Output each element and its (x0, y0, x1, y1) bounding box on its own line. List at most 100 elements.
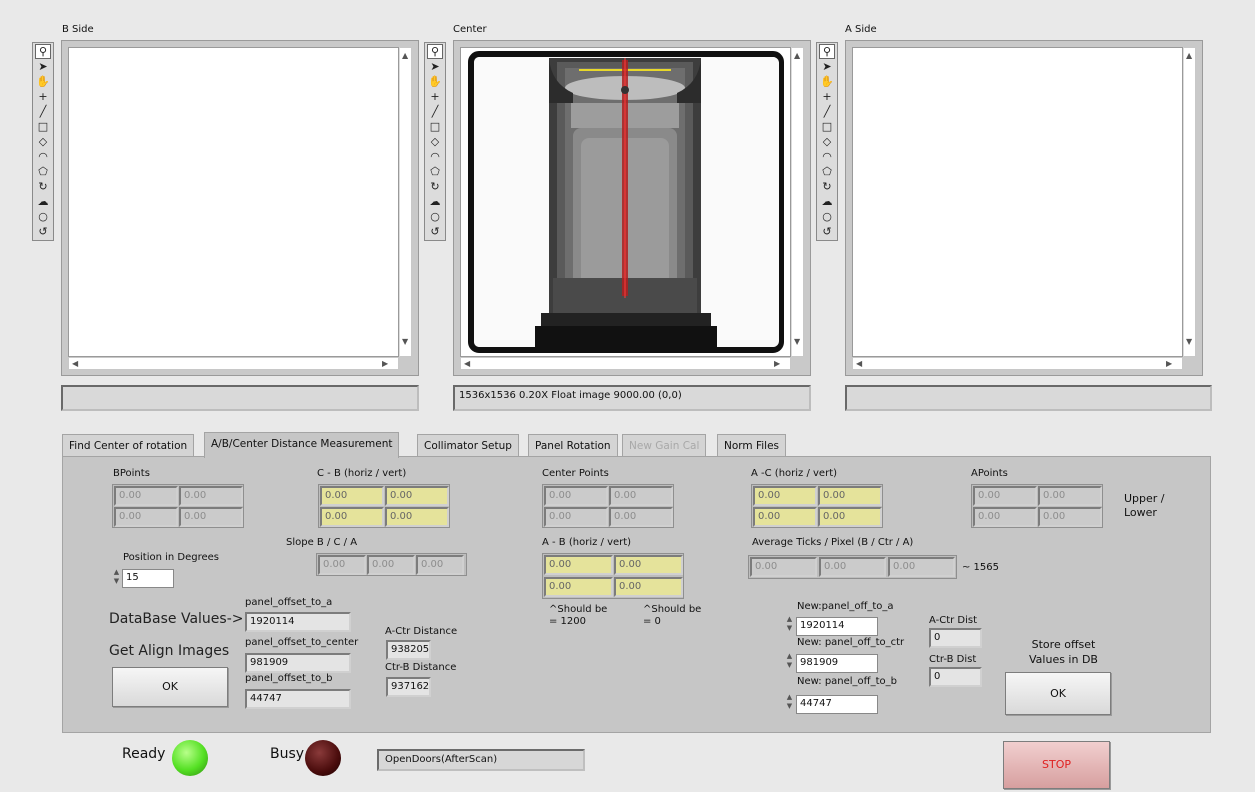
b-side-image-display[interactable]: ▲ ▼ ◀ ▶ (61, 40, 419, 376)
tab-norm-files[interactable]: Norm Files (717, 434, 787, 457)
tab-find-center[interactable]: Find Center of rotation (62, 434, 195, 457)
rotated-rect-icon[interactable]: ◇ (35, 134, 51, 149)
freehand-region-icon[interactable]: ☁ (427, 194, 443, 209)
position-degrees-input[interactable]: 15 (122, 569, 174, 588)
a-side-horizontal-scrollbar[interactable]: ◀ ▶ (852, 357, 1183, 370)
center-horizontal-scrollbar[interactable]: ◀ ▶ (460, 357, 791, 370)
new-offset-a-input[interactable]: 1920114 (796, 617, 878, 636)
center-upper-y: 0.00 (609, 486, 673, 506)
b-side-info-bar (61, 385, 419, 411)
scroll-left-icon[interactable]: ◀ (72, 360, 78, 368)
tab-distance-measurement[interactable]: A/B/Center Distance Measurement (204, 432, 400, 458)
position-spinner-icon[interactable]: ▲ ▼ (112, 568, 121, 588)
position-label: Position in Degrees (123, 552, 220, 563)
b-side-title: B Side (62, 24, 94, 35)
b-side-vertical-scrollbar[interactable]: ▲ ▼ (399, 47, 412, 357)
broken-annulus-icon[interactable]: ↺ (35, 224, 51, 239)
center-upper-x: 0.00 (544, 486, 608, 506)
scroll-up-icon[interactable]: ▲ (1186, 52, 1192, 60)
store-offset-ok-button[interactable]: OK (1005, 672, 1111, 715)
rotated-rect-icon[interactable]: ◇ (427, 134, 443, 149)
ac-array: 0.00 0.00 0.00 0.00 (751, 484, 883, 528)
cb-label: C - B (horiz / vert) (317, 468, 407, 479)
annulus-icon[interactable]: ◠ (35, 149, 51, 164)
tab-collimator-setup[interactable]: Collimator Setup (417, 434, 519, 457)
rectangle-icon[interactable]: □ (427, 119, 443, 134)
oval-icon[interactable]: ○ (819, 209, 835, 224)
tab-panel-rotation[interactable]: Panel Rotation (528, 434, 618, 457)
oval-icon[interactable]: ○ (427, 209, 443, 224)
pointer-icon[interactable]: ➤ (35, 59, 51, 74)
get-align-images-ok-button[interactable]: OK (112, 667, 228, 707)
pointer-icon[interactable]: ➤ (819, 59, 835, 74)
scroll-down-icon[interactable]: ▼ (794, 338, 800, 346)
a-side-image-display[interactable]: ▲ ▼ ◀ ▶ (845, 40, 1203, 376)
rectangle-icon[interactable]: □ (35, 119, 51, 134)
actr-dist-label: A-Ctr Dist (929, 615, 978, 626)
offset-center-label: panel_offset_to_center (245, 637, 359, 648)
a-side-image-view[interactable] (852, 47, 1183, 357)
polygon-icon[interactable]: ⬠ (427, 164, 443, 179)
center-toolbar: ⚲ ➤ ✋ + ╱ □ ◇ ◠ ⬠ ↻ ☁ ○ ↺ (424, 42, 446, 241)
tab-new-gain-cal[interactable]: New Gain Cal (622, 434, 707, 457)
crosshair-icon[interactable]: + (427, 89, 443, 104)
scroll-right-icon[interactable]: ▶ (1166, 360, 1172, 368)
center-image-display[interactable]: ▲ ▼ ◀ ▶ (453, 40, 811, 376)
slope-b: 0.00 (318, 555, 366, 575)
scroll-right-icon[interactable]: ▶ (774, 360, 780, 368)
scroll-up-icon[interactable]: ▲ (402, 52, 408, 60)
center-vertical-scrollbar[interactable]: ▲ ▼ (791, 47, 804, 357)
annulus-icon[interactable]: ◠ (819, 149, 835, 164)
actr-distance-label: A-Ctr Distance (385, 626, 458, 637)
rectangle-icon[interactable]: □ (819, 119, 835, 134)
line-icon[interactable]: ╱ (427, 104, 443, 119)
cb-upper-v: 0.00 (385, 486, 449, 506)
oval-icon[interactable]: ○ (35, 209, 51, 224)
polygon-icon[interactable]: ⬠ (819, 164, 835, 179)
scroll-left-icon[interactable]: ◀ (856, 360, 862, 368)
slope-label: Slope B / C / A (286, 537, 358, 548)
line-icon[interactable]: ╱ (819, 104, 835, 119)
polygon-icon[interactable]: ⬠ (35, 164, 51, 179)
annulus-icon[interactable]: ◠ (427, 149, 443, 164)
scroll-right-icon[interactable]: ▶ (382, 360, 388, 368)
a-side-vertical-scrollbar[interactable]: ▲ ▼ (1183, 47, 1196, 357)
broken-annulus-icon[interactable]: ↺ (427, 224, 443, 239)
center-image-view[interactable] (460, 47, 791, 357)
scroll-up-icon[interactable]: ▲ (794, 52, 800, 60)
crosshair-icon[interactable]: + (819, 89, 835, 104)
freehand-region-icon[interactable]: ☁ (819, 194, 835, 209)
zoom-icon[interactable]: ⚲ (819, 44, 835, 59)
scroll-down-icon[interactable]: ▼ (1186, 338, 1192, 346)
line-icon[interactable]: ╱ (35, 104, 51, 119)
scroll-left-icon[interactable]: ◀ (464, 360, 470, 368)
actr-dist-value: 0 (929, 628, 982, 648)
pointer-icon[interactable]: ➤ (427, 59, 443, 74)
freehand-region-icon[interactable]: ☁ (35, 194, 51, 209)
zoom-icon[interactable]: ⚲ (35, 44, 51, 59)
rotated-rect-icon[interactable]: ◇ (819, 134, 835, 149)
apoints-lower-x: 0.00 (973, 507, 1037, 527)
new-offset-ctr-input[interactable]: 981909 (796, 654, 878, 673)
freehand-icon[interactable]: ↻ (427, 179, 443, 194)
freehand-icon[interactable]: ↻ (35, 179, 51, 194)
pan-icon[interactable]: ✋ (819, 74, 835, 89)
b-side-image-view[interactable] (68, 47, 399, 357)
new-offset-b-input[interactable]: 44747 (796, 695, 878, 714)
b-side-horizontal-scrollbar[interactable]: ◀ ▶ (68, 357, 399, 370)
center-lower-x: 0.00 (544, 507, 608, 527)
bpoints-lower-y: 0.00 (179, 507, 243, 527)
new-offset-ctr-spinner-icon[interactable]: ▲ ▼ (785, 652, 794, 672)
freehand-icon[interactable]: ↻ (819, 179, 835, 194)
ac-lower-h: 0.00 (753, 507, 817, 527)
new-offset-b-spinner-icon[interactable]: ▲ ▼ (785, 693, 794, 713)
scroll-down-icon[interactable]: ▼ (402, 338, 408, 346)
new-offset-a-spinner-icon[interactable]: ▲ ▼ (785, 615, 794, 635)
crosshair-icon[interactable]: + (35, 89, 51, 104)
broken-annulus-icon[interactable]: ↺ (819, 224, 835, 239)
zoom-icon[interactable]: ⚲ (427, 44, 443, 59)
pan-icon[interactable]: ✋ (35, 74, 51, 89)
stop-button[interactable]: STOP (1003, 741, 1110, 789)
pan-icon[interactable]: ✋ (427, 74, 443, 89)
ab-upper-v: 0.00 (614, 555, 683, 575)
